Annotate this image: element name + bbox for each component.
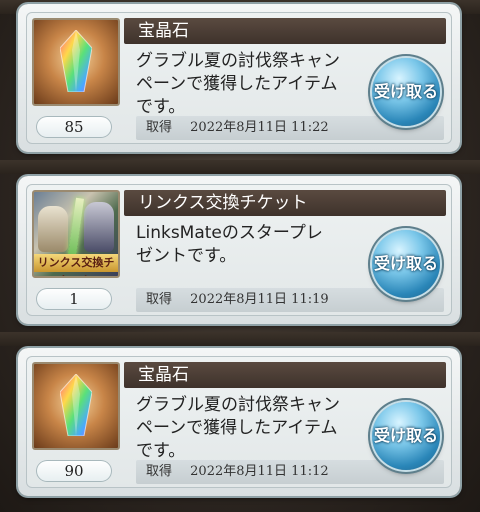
received-datetime: 2022年8月11日 11:22 bbox=[190, 120, 329, 135]
character-figure bbox=[84, 202, 114, 252]
item-quantity: 1 bbox=[36, 288, 112, 310]
receive-button[interactable]: 受け取る bbox=[372, 58, 440, 126]
received-label: 取得 bbox=[146, 292, 173, 307]
item-title: リンクス交換チケット bbox=[124, 190, 446, 216]
ticket-banner: リンクス交換チケット bbox=[34, 254, 118, 276]
sword-icon bbox=[68, 197, 84, 257]
receive-button[interactable]: 受け取る bbox=[372, 402, 440, 470]
crystal-gem-icon bbox=[60, 374, 92, 436]
received-label: 取得 bbox=[146, 464, 173, 479]
received-datetime: 2022年8月11日 11:12 bbox=[190, 464, 329, 479]
card-body: 宝晶石 グラブル夏の討伐祭キャン ペーンで獲得したアイテム です。 90 取得 … bbox=[26, 356, 452, 488]
present-item-card: 宝晶石 グラブル夏の討伐祭キャン ペーンで獲得したアイテム です。 85 取得 … bbox=[18, 4, 460, 152]
present-item-card: リンクス交換チケット リンクス交換チケット LinksMateのスタープレ ゼン… bbox=[18, 176, 460, 324]
item-description: グラブル夏の討伐祭キャン ペーンで獲得したアイテム です。 bbox=[136, 395, 340, 461]
item-quantity: 90 bbox=[36, 460, 112, 482]
ticket-icon: リンクス交換チケット bbox=[32, 190, 120, 278]
character-figure bbox=[38, 206, 68, 252]
crystal-icon bbox=[32, 362, 120, 450]
card-body: 宝晶石 グラブル夏の討伐祭キャン ペーンで獲得したアイテム です。 85 取得 … bbox=[26, 12, 452, 144]
item-quantity: 85 bbox=[36, 116, 112, 138]
background-stripe bbox=[0, 332, 480, 346]
receive-button[interactable]: 受け取る bbox=[372, 230, 440, 298]
item-description: LinksMateのスタープレ ゼントです。 bbox=[136, 223, 323, 266]
item-title: 宝晶石 bbox=[124, 18, 446, 44]
crystal-gem-icon bbox=[60, 30, 92, 92]
crystal-icon bbox=[32, 18, 120, 106]
card-body: リンクス交換チケット リンクス交換チケット LinksMateのスタープレ ゼン… bbox=[26, 184, 452, 316]
received-datetime: 2022年8月11日 11:19 bbox=[190, 292, 329, 307]
item-title: 宝晶石 bbox=[124, 362, 446, 388]
item-description: グラブル夏の討伐祭キャン ペーンで獲得したアイテム です。 bbox=[136, 51, 340, 117]
received-label: 取得 bbox=[146, 120, 173, 135]
present-item-card: 宝晶石 グラブル夏の討伐祭キャン ペーンで獲得したアイテム です。 90 取得 … bbox=[18, 348, 460, 496]
background-stripe bbox=[0, 160, 480, 174]
